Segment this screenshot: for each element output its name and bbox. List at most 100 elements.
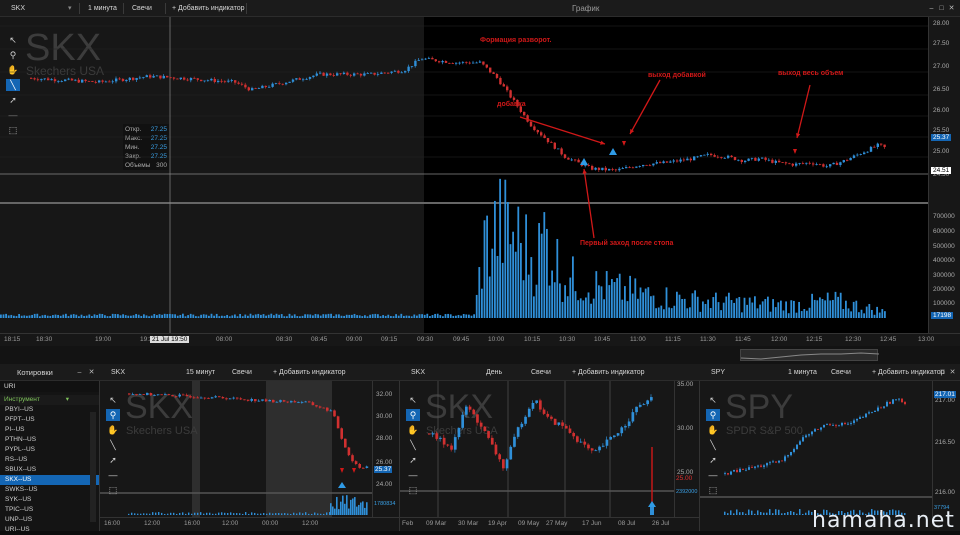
volume-bar — [109, 316, 111, 318]
volume-bar — [616, 278, 618, 318]
candle — [835, 162, 839, 166]
sub2-price-chart[interactable] — [400, 381, 674, 517]
line-tool-icon[interactable]: ╲ — [706, 439, 720, 451]
volume-bar — [798, 301, 800, 318]
volume-bar — [218, 316, 221, 318]
maximize-button[interactable]: □ — [938, 4, 945, 13]
quote-item[interactable]: SYK--US — [0, 495, 99, 505]
quote-item[interactable]: PTHN--US — [0, 435, 99, 445]
quote-item[interactable]: SKX--US — [0, 475, 99, 485]
main-price-chart[interactable] — [0, 17, 960, 333]
candle — [584, 165, 587, 166]
volume-bar — [644, 288, 647, 318]
main-interval[interactable]: 1 минута — [88, 0, 117, 17]
hand-icon[interactable]: ✋ — [706, 424, 720, 436]
candle — [220, 80, 223, 82]
quote-item[interactable]: TPIC--US — [0, 505, 99, 515]
candle — [217, 80, 220, 82]
sub1-interval[interactable]: 15 минут — [186, 364, 215, 381]
sub3-add-indicator[interactable]: + Добавить индикатор — [872, 364, 945, 381]
sub3-style[interactable]: Свечи — [831, 364, 851, 381]
volume-bar — [343, 315, 345, 318]
candle — [739, 468, 741, 473]
arrow-tool-icon[interactable]: ➚ — [406, 454, 420, 466]
candle — [839, 162, 842, 166]
sub1-add-indicator[interactable]: + Добавить индикатор — [273, 364, 346, 381]
quote-item[interactable]: SBUX--US — [0, 465, 99, 475]
candle — [380, 72, 383, 74]
zoom-icon[interactable]: ⚲ — [106, 409, 120, 421]
cursor-icon[interactable]: ↖ — [406, 394, 420, 406]
quotes-scrollbar[interactable] — [90, 412, 96, 522]
main-scrollbar[interactable] — [0, 346, 960, 364]
volume-bar — [362, 501, 364, 515]
line-tool-icon[interactable]: ╲ — [106, 439, 120, 451]
sub3-restore-button[interactable]: □ — [939, 368, 946, 377]
quote-item[interactable]: PI--US — [0, 425, 99, 435]
quote-item[interactable]: PFPT--US — [0, 415, 99, 425]
volume-bar — [743, 297, 746, 318]
hand-icon[interactable]: ✋ — [406, 424, 420, 436]
quote-item[interactable]: SWKS--US — [0, 485, 99, 495]
sub3-price-chart[interactable] — [700, 381, 932, 517]
quote-item[interactable]: RS--US — [0, 455, 99, 465]
volume-bar — [36, 313, 39, 318]
main-style[interactable]: Свечи — [132, 0, 152, 17]
hand-icon[interactable]: ✋ — [106, 424, 120, 436]
horizontal-line-icon[interactable]: — — [406, 469, 420, 481]
sub3-close-button[interactable]: ✕ — [949, 368, 956, 377]
sub1-style[interactable]: Свечи — [232, 364, 252, 381]
zoom-icon[interactable]: ⚲ — [406, 409, 420, 421]
candle — [322, 407, 325, 409]
sub3-symbol[interactable]: SPY — [711, 364, 725, 381]
sort-icon[interactable]: ▾ — [66, 395, 69, 405]
quote-item[interactable]: PBYI--US — [0, 405, 99, 415]
horizontal-line-icon[interactable]: — — [706, 469, 720, 481]
sub-chart-skx-15m[interactable]: SKX 15 минут Свечи + Добавить индикатор … — [100, 364, 400, 531]
sub2-add-indicator[interactable]: + Добавить индикатор — [572, 364, 645, 381]
minimize-button[interactable]: – — [928, 4, 935, 13]
rectangle-tool-icon[interactable]: ⬚ — [406, 484, 420, 496]
rectangle-tool-icon[interactable]: ⬚ — [106, 484, 120, 496]
candle — [336, 73, 339, 76]
main-add-indicator[interactable]: + Добавить индикатор — [172, 0, 245, 17]
quotes-search-input[interactable]: URI — [0, 381, 99, 392]
zoom-icon[interactable]: ⚲ — [706, 409, 720, 421]
candle — [727, 155, 730, 158]
sub1-symbol[interactable]: SKX — [111, 364, 125, 381]
sub2-style[interactable]: Свечи — [531, 364, 551, 381]
arrow-tool-icon[interactable]: ➚ — [706, 454, 720, 466]
candle — [302, 79, 305, 81]
candle — [271, 83, 274, 87]
cursor-icon[interactable]: ↖ — [706, 394, 720, 406]
quote-item[interactable]: UNP--US — [0, 515, 99, 525]
cursor-icon[interactable]: ↖ — [106, 394, 120, 406]
close-button[interactable]: ✕ — [948, 4, 955, 13]
volume-bar — [605, 271, 608, 318]
sub3-interval[interactable]: 1 минута — [788, 364, 817, 381]
quotes-column-header[interactable]: Инструмент ▾ — [0, 395, 99, 405]
sub2-symbol[interactable]: SKX — [411, 364, 425, 381]
quotes-minimize-button[interactable]: – — [76, 368, 83, 377]
volume-bar — [548, 285, 551, 318]
quote-item[interactable]: PYPL--US — [0, 445, 99, 455]
arrow-tool-icon[interactable]: ➚ — [106, 454, 120, 466]
sub1-price-chart[interactable] — [100, 381, 372, 517]
quote-item[interactable]: URI--US — [0, 525, 99, 535]
horizontal-line-icon[interactable]: — — [106, 469, 120, 481]
candle — [871, 411, 873, 413]
candle — [542, 409, 546, 414]
main-symbol[interactable]: SKX — [11, 0, 25, 17]
sub2-interval[interactable]: День — [486, 364, 502, 381]
rectangle-tool-icon[interactable]: ⬚ — [706, 484, 720, 496]
main-symbol-dropdown-icon[interactable]: ▾ — [68, 0, 72, 17]
candle — [318, 406, 322, 408]
volume-bar — [202, 314, 205, 318]
sub-chart-skx-daily[interactable]: SKX День Свечи + Добавить индикатор SKX … — [400, 364, 700, 531]
scroll-thumb[interactable] — [740, 349, 880, 361]
volume-bar — [223, 315, 226, 318]
sub-chart-spy[interactable]: SPY 1 минута Свечи + Добавить индикатор … — [700, 364, 960, 531]
candle — [868, 412, 870, 414]
quotes-close-button[interactable]: ✕ — [88, 368, 95, 377]
line-tool-icon[interactable]: ╲ — [406, 439, 420, 451]
